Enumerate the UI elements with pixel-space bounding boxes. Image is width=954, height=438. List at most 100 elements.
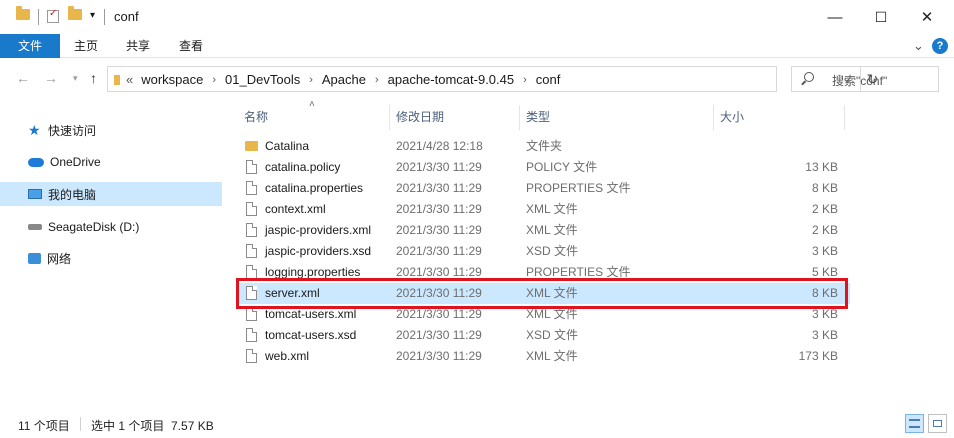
network-icon xyxy=(28,252,41,264)
recent-locations-icon[interactable]: ▾ xyxy=(73,73,78,84)
ribbon: 文件 主页 共享 查看 ⌄ ? xyxy=(0,34,954,58)
title-bar: ✓ ▾ conf — ☐ ✕ xyxy=(0,0,954,34)
column-header-size[interactable]: 大小 xyxy=(720,105,840,130)
file-icon xyxy=(246,328,257,342)
file-size: 8 KB xyxy=(811,181,838,195)
customize-toolbar-icon[interactable]: ▾ xyxy=(90,10,95,21)
file-size: 3 KB xyxy=(811,244,838,258)
divider xyxy=(80,417,81,431)
file-row[interactable]: catalina.policy 2021/3/30 11:29 POLICY 文件 1… xyxy=(238,157,850,178)
file-icon xyxy=(246,307,257,321)
file-modified: 2021/4/28 12:18 xyxy=(396,139,483,153)
file-row[interactable]: jaspic-providers.xsd 2021/3/30 11:29 XSD 文… xyxy=(238,241,850,262)
sidebar-item-this-pc[interactable]: 我的电脑 xyxy=(0,182,222,206)
file-icon xyxy=(246,181,257,195)
minimize-button[interactable]: — xyxy=(812,0,858,34)
sidebar-item-network[interactable]: 网络 xyxy=(0,246,222,270)
file-row[interactable]: web.xml 2021/3/30 11:29 XML 文件 173 KB xyxy=(238,346,850,367)
breadcrumb-conf[interactable]: conf xyxy=(536,72,561,87)
large-icons-view-button[interactable] xyxy=(928,414,947,433)
file-icon xyxy=(246,244,257,258)
highlight-annotation xyxy=(236,278,848,309)
tab-view[interactable]: 查看 xyxy=(168,34,214,58)
breadcrumb-devtools[interactable]: 01_DevTools xyxy=(225,72,300,87)
details-view-button[interactable] xyxy=(905,414,924,433)
forward-arrow-icon[interactable]: → xyxy=(44,70,58,86)
file-size: 2 KB xyxy=(811,202,838,216)
tab-file[interactable]: 文件 xyxy=(0,34,60,58)
sidebar-item-label: 网络 xyxy=(47,251,72,266)
sidebar-item-onedrive[interactable]: OneDrive xyxy=(0,150,222,174)
file-type: PROPERTIES 文件 xyxy=(526,181,631,195)
file-modified: 2021/3/30 11:29 xyxy=(396,202,482,216)
address-bar[interactable]: « workspace › 01_DevTools › Apache › apa… xyxy=(107,66,878,92)
file-size: 13 KB xyxy=(805,160,838,174)
file-name: tomcat-users.xsd xyxy=(265,328,357,342)
file-size: 2 KB xyxy=(811,223,838,237)
file-type: XML 文件 xyxy=(526,223,578,237)
tab-share[interactable]: 共享 xyxy=(115,34,161,58)
sidebar-item-quick-access[interactable]: ★ 快速访问 xyxy=(0,118,222,142)
chevron-right-icon[interactable]: › xyxy=(523,74,527,86)
sidebar-item-label: 快速访问 xyxy=(48,123,97,138)
drive-icon xyxy=(28,224,42,230)
properties-icon[interactable]: ✓ xyxy=(47,8,59,23)
help-icon[interactable]: ? xyxy=(932,38,948,54)
file-icon xyxy=(246,265,257,279)
file-modified: 2021/3/30 11:29 xyxy=(396,223,482,237)
file-name: Catalina xyxy=(265,139,310,153)
column-divider[interactable] xyxy=(713,105,714,130)
breadcrumb-apache[interactable]: Apache xyxy=(322,72,366,87)
tab-home[interactable]: 主页 xyxy=(63,34,109,58)
file-icon xyxy=(246,160,257,174)
file-type: XML 文件 xyxy=(526,349,578,363)
folder-icon xyxy=(114,75,120,85)
file-row[interactable]: tomcat-users.xsd 2021/3/30 11:29 XSD 文件 3 K… xyxy=(238,325,850,346)
item-count: 11 个项目 xyxy=(18,419,70,433)
breadcrumb-tomcat[interactable]: apache-tomcat-9.0.45 xyxy=(388,72,514,87)
folder-row[interactable]: Catalina 2021/4/28 12:18 文件夹 xyxy=(238,136,850,157)
chevron-right-icon[interactable]: › xyxy=(375,74,379,86)
file-name: jaspic-providers.xsd xyxy=(265,244,372,258)
file-name: jaspic-providers.xml xyxy=(265,223,372,237)
sidebar-item-seagate-disk[interactable]: SeagateDisk (D:) xyxy=(0,215,222,239)
sidebar-item-label: OneDrive xyxy=(50,155,101,169)
file-name: context.xml xyxy=(265,202,326,216)
up-arrow-icon[interactable]: ↑ xyxy=(90,70,97,86)
breadcrumb-overflow[interactable]: « xyxy=(126,72,133,87)
column-divider[interactable] xyxy=(389,105,390,130)
column-header-type[interactable]: 类型 xyxy=(526,105,706,130)
file-row[interactable]: catalina.properties 2021/3/30 11:29 PROPER… xyxy=(238,178,850,199)
column-header-name[interactable]: 名称 xyxy=(244,105,384,130)
search-input[interactable]: 搜索"conf" xyxy=(791,66,939,92)
file-size: 173 KB xyxy=(798,349,838,363)
folder-icon xyxy=(16,6,30,20)
new-folder-icon[interactable] xyxy=(68,6,82,20)
cloud-icon xyxy=(28,157,44,167)
column-divider[interactable] xyxy=(519,105,520,130)
chevron-right-icon[interactable]: › xyxy=(212,74,216,86)
file-name: web.xml xyxy=(265,349,310,363)
file-name: catalina.policy xyxy=(265,160,341,174)
file-icon xyxy=(246,202,257,216)
maximize-button[interactable]: ☐ xyxy=(858,0,904,34)
file-row[interactable]: jaspic-providers.xml 2021/3/30 11:29 XML 文… xyxy=(238,220,850,241)
selection-info: 选中 1 个项目 7.57 KB xyxy=(91,419,214,433)
file-type: XML 文件 xyxy=(526,202,578,216)
navigation-bar: ← → ▾ ↑ « workspace › 01_DevTools › Apac… xyxy=(0,58,954,100)
file-size: 3 KB xyxy=(811,328,838,342)
column-header-modified[interactable]: 修改日期 xyxy=(396,105,516,130)
breadcrumb-workspace[interactable]: workspace xyxy=(141,72,203,87)
expand-ribbon-icon[interactable]: ⌄ xyxy=(913,38,924,54)
chevron-right-icon[interactable]: › xyxy=(309,74,313,86)
sidebar-item-label: SeagateDisk (D:) xyxy=(48,220,140,234)
column-divider[interactable] xyxy=(844,105,845,130)
status-bar: 11 个项目 选中 1 个项目 7.57 KB xyxy=(0,410,954,438)
folder-icon xyxy=(245,141,258,151)
file-row[interactable]: context.xml 2021/3/30 11:29 XML 文件 2 KB xyxy=(238,199,850,220)
file-modified: 2021/3/30 11:29 xyxy=(396,244,482,258)
close-button[interactable]: ✕ xyxy=(904,0,950,34)
back-arrow-icon[interactable]: ← xyxy=(16,70,30,86)
breadcrumb: « workspace › 01_DevTools › Apache › apa… xyxy=(126,72,560,87)
sidebar-item-label: 我的电脑 xyxy=(48,187,97,202)
